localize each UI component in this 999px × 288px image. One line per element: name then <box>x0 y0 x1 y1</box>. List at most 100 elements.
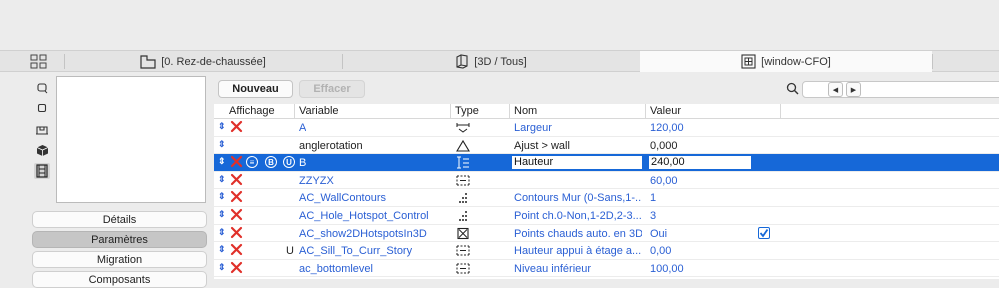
previous-match-button[interactable]: ◀ <box>828 82 843 97</box>
name-cell[interactable]: Point ch.0-Non,1-2D,2-3... <box>514 210 642 222</box>
integer-icon[interactable] <box>455 191 471 204</box>
hide-parameter-x-icon[interactable] <box>230 261 243 274</box>
value-cell[interactable]: 0,00 <box>650 245 671 257</box>
hide-parameter-x-icon[interactable] <box>230 155 243 168</box>
name-cell[interactable]: Points chauds auto. en 3D <box>514 228 642 240</box>
reorder-handle-icon[interactable]: ⇕ <box>218 227 226 238</box>
value-checkbox[interactable] <box>758 226 770 239</box>
tab-floorplan[interactable]: [0. Rez-de-chaussée] <box>64 51 342 72</box>
value-cell[interactable]: Oui <box>650 228 667 240</box>
integer-icon[interactable] <box>455 209 471 222</box>
table-row[interactable]: ⇕ A Largeur 120,00 <box>214 119 999 137</box>
hide-parameter-x-icon[interactable] <box>230 243 243 256</box>
name-edit-field[interactable]: Hauteur <box>511 155 643 171</box>
components-label: Composants <box>88 273 151 286</box>
height-dimension-icon[interactable] <box>455 156 471 169</box>
reorder-handle-icon[interactable]: ⇕ <box>218 209 226 220</box>
tab-3d-label: [3D / Tous] <box>474 55 527 68</box>
details-button[interactable]: Détails <box>32 211 207 228</box>
delete-parameter-label: Effacer <box>313 83 351 95</box>
new-parameter-button[interactable]: Nouveau <box>218 80 293 98</box>
value-cell[interactable]: 120,00 <box>650 122 684 134</box>
table-header: Affichage Variable Type Nom Valeur <box>214 104 999 119</box>
parameters-button[interactable]: Paramètres <box>32 231 207 248</box>
table-row[interactable]: ⇕ AC_Hole_Hotspot_Control Point ch.0-Non,1… <box>214 207 999 225</box>
migration-button[interactable]: Migration <box>32 251 207 268</box>
value-cell[interactable]: 60,00 <box>650 175 678 187</box>
hide-parameter-x-icon[interactable] <box>230 120 243 133</box>
hide-parameter-x-icon[interactable] <box>230 190 243 203</box>
name-cell[interactable]: Niveau inférieur <box>514 263 642 275</box>
bold-toggle-button[interactable]: B <box>265 156 277 169</box>
reorder-handle-icon[interactable]: ⇕ <box>218 174 226 185</box>
delete-parameter-button[interactable]: Effacer <box>299 80 365 98</box>
tab-window-object[interactable]: [window-CFO] <box>640 51 932 72</box>
name-cell[interactable]: Largeur <box>514 122 642 134</box>
value-cell[interactable]: 3 <box>650 210 656 222</box>
square-icon[interactable] <box>34 100 50 116</box>
width-dimension-icon[interactable] <box>455 121 471 134</box>
variable-cell[interactable]: AC_WallContours <box>299 192 386 204</box>
boolean-icon[interactable] <box>455 227 471 240</box>
table-row[interactable]: ⇕ U AC_Sill_To_Curr_Story Hauteur appui à é… <box>214 242 999 260</box>
column-header-value[interactable]: Valeur <box>650 105 681 117</box>
components-button[interactable]: Composants <box>32 271 207 288</box>
variable-cell[interactable]: AC_Sill_To_Curr_Story <box>299 245 412 257</box>
details-label: Détails <box>102 213 137 226</box>
tab-3d[interactable]: [3D / Tous] <box>342 51 640 72</box>
unique-toggle-button[interactable]: U <box>283 156 295 169</box>
variable-cell[interactable]: ZZYZX <box>299 175 334 187</box>
value-cell[interactable]: 0,000 <box>650 140 678 152</box>
chevron-left-icon: ◀ <box>832 86 839 94</box>
object-settings-sidebar: Détails Paramètres Migration Composants <box>0 72 210 288</box>
hide-parameter-x-icon[interactable] <box>230 226 243 239</box>
grid-view-icon[interactable] <box>30 54 48 69</box>
reorder-handle-icon[interactable]: ⇕ <box>218 191 226 202</box>
table-row[interactable]: ⇕ ZZYZX 60,00 <box>214 172 999 190</box>
reorder-handle-icon[interactable]: ⇕ <box>218 139 226 150</box>
parameters-toolbar: Nouveau Effacer ◀ ▶ <box>214 72 999 104</box>
hide-parameter-x-icon[interactable] <box>230 208 243 221</box>
3d-box-icon <box>456 54 468 69</box>
length-dimension-icon[interactable] <box>455 174 471 187</box>
column-header-name[interactable]: Nom <box>514 105 537 117</box>
column-header-display[interactable]: Affichage <box>229 105 275 117</box>
variable-cell[interactable]: AC_Hole_Hotspot_Control <box>299 210 429 222</box>
table-row[interactable]: ⇕ anglerotation Ajust > wall 0,000 <box>214 137 999 155</box>
angle-icon[interactable] <box>455 139 471 152</box>
variable-cell[interactable]: anglerotation <box>299 140 363 152</box>
reorder-handle-icon[interactable]: ⇕ <box>218 156 226 167</box>
film-icon[interactable] <box>34 163 50 179</box>
hide-parameter-x-icon[interactable] <box>230 173 243 186</box>
parameters-label: Paramètres <box>91 233 148 246</box>
name-cell[interactable]: Ajust > wall <box>514 140 642 152</box>
variable-cell[interactable]: ac_bottomlevel <box>299 263 373 275</box>
column-header-variable[interactable]: Variable <box>299 105 339 117</box>
table-row[interactable]: ⇕ AC_WallContours Contours Mur (0-Sans,1-.… <box>214 189 999 207</box>
variable-cell[interactable]: A <box>299 122 306 134</box>
variable-cell[interactable]: B <box>299 157 306 169</box>
reorder-handle-icon[interactable]: ⇕ <box>218 262 226 273</box>
variable-cell[interactable]: AC_show2DHotspotsIn3D <box>299 228 427 240</box>
table-row[interactable]: ⇕ AC_show2DHotspotsIn3D Points chauds auto… <box>214 225 999 243</box>
value-cell[interactable]: 1 <box>650 192 656 204</box>
value-edit-field[interactable]: 240,00 <box>648 155 752 171</box>
name-cell[interactable]: Hauteur appui à étage a... <box>514 245 642 257</box>
table-row[interactable]: ⇕ ac_bottomlevel Niveau inférieur 100,00 <box>214 260 999 278</box>
reorder-handle-icon[interactable]: ⇕ <box>218 121 226 132</box>
length-dimension-icon[interactable] <box>455 262 471 275</box>
cube-icon[interactable] <box>34 142 50 158</box>
indent-toggle-icon[interactable]: ≡ <box>246 156 258 169</box>
tab-separator <box>932 54 933 69</box>
window-object-icon <box>741 54 756 69</box>
name-cell[interactable]: Contours Mur (0-Sans,1-... <box>514 192 642 204</box>
reorder-handle-icon[interactable]: ⇕ <box>218 244 226 255</box>
length-dimension-icon[interactable] <box>455 244 471 257</box>
column-header-type[interactable]: Type <box>455 105 479 117</box>
rotate-left-icon[interactable] <box>34 80 50 96</box>
table-row-selected[interactable]: ⇕ ≡ B U B Hauteur 240,00 <box>214 154 999 172</box>
elevation-icon[interactable] <box>34 122 50 138</box>
value-cell[interactable]: 100,00 <box>650 263 684 275</box>
column-divider <box>780 104 781 118</box>
next-match-button[interactable]: ▶ <box>846 82 861 97</box>
